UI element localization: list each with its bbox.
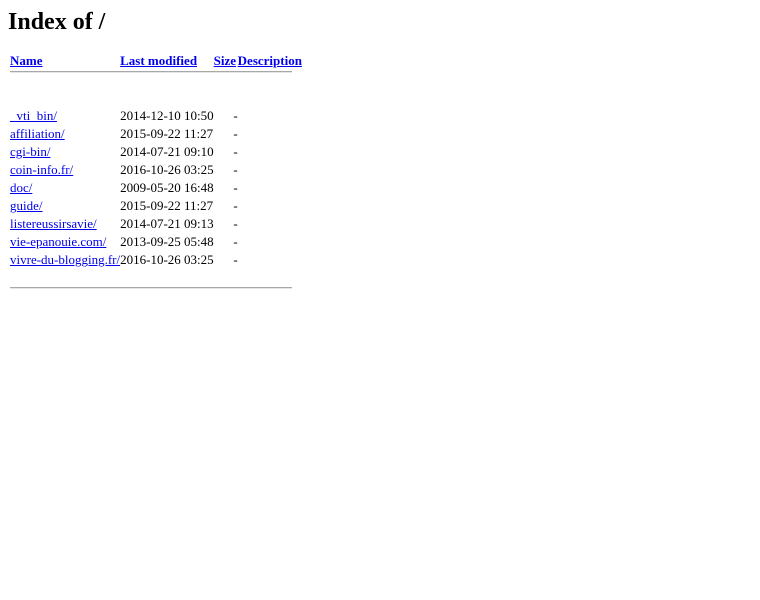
directory-entry-link[interactable]: affiliation/ [10, 126, 65, 141]
directory-entry-name-cell: coin-info.fr/ [10, 161, 120, 179]
directory-entry-name-cell: listereussirsavie/ [10, 215, 120, 233]
table-footer-rule-row [10, 287, 302, 305]
directory-entry-size: - [233, 144, 238, 160]
directory-entry-link[interactable]: doc/ [10, 180, 32, 195]
directory-entry-name-cell: affiliation/ [10, 125, 120, 143]
directory-entry-last-modified: 2016-10-26 03:25 [120, 252, 214, 268]
table-row: coin-info.fr/2016-10-26 03:25 - [10, 161, 302, 179]
directory-entry-description [238, 125, 302, 143]
directory-index-page: Index of / Name Last modified Size Descr… [0, 0, 760, 313]
directory-entry-name-cell: doc/ [10, 179, 120, 197]
directory-entry-size: - [233, 234, 238, 250]
page-title: Index of / [8, 9, 106, 35]
directory-entry-last-modified: 2016-10-26 03:25 [120, 162, 214, 178]
directory-entry-size: - [233, 162, 238, 178]
column-header-last-modified: Last modified [120, 53, 214, 71]
directory-entry-name-cell: cgi-bin/ [10, 143, 120, 161]
table-header-row: Name Last modified Size Description [10, 53, 302, 71]
table-header-spacer-row [10, 89, 302, 107]
sort-by-name-link[interactable]: Name [10, 53, 43, 68]
horizontal-rule-top [10, 71, 292, 74]
directory-entry-link[interactable]: cgi-bin/ [10, 144, 50, 159]
directory-entry-description [238, 215, 302, 233]
table-footer-spacer-cell [10, 269, 302, 287]
directory-entry-last-modified: 2015-09-22 11:27 [120, 198, 214, 214]
table-row: _vti_bin/2014-12-10 10:50 - [10, 107, 302, 125]
directory-entry-size: - [233, 252, 238, 268]
sort-by-description-link[interactable]: Description [238, 53, 302, 68]
table-row: listereussirsavie/2014-07-21 09:13 - [10, 215, 302, 233]
table-header-spacer-cell [10, 89, 302, 107]
directory-entry-description [238, 107, 302, 125]
directory-entry-link[interactable]: _vti_bin/ [10, 108, 57, 123]
directory-entry-name-cell: guide/ [10, 197, 120, 215]
directory-entry-name-cell: _vti_bin/ [10, 107, 120, 125]
horizontal-rule-bottom [10, 287, 292, 290]
table-row: vie-epanouie.com/2013-09-25 05:48 - [10, 233, 302, 251]
directory-entry-description [238, 161, 302, 179]
table-row: guide/2015-09-22 11:27 - [10, 197, 302, 215]
directory-entry-size: - [233, 198, 238, 214]
table-header-rule-row [10, 71, 302, 89]
directory-entry-size: - [233, 108, 238, 124]
directory-entry-last-modified: 2009-05-20 16:48 [120, 180, 214, 196]
table-header: Name Last modified Size Description [10, 53, 302, 107]
table-body: _vti_bin/2014-12-10 10:50- affiliation/20… [10, 107, 302, 269]
directory-entry-last-modified: 2014-07-21 09:13 [120, 216, 214, 232]
table-row: doc/2009-05-20 16:48 - [10, 179, 302, 197]
directory-entry-size: - [233, 126, 238, 142]
directory-entry-link[interactable]: vie-epanouie.com/ [10, 234, 106, 249]
directory-entry-link[interactable]: listereussirsavie/ [10, 216, 97, 231]
column-header-description: Description [238, 53, 302, 71]
table-footer [10, 269, 302, 305]
directory-entry-last-modified: 2014-07-21 09:10 [120, 144, 214, 160]
directory-entry-link[interactable]: guide/ [10, 198, 43, 213]
directory-listing-table: Name Last modified Size Description _vti… [10, 53, 302, 305]
table-header-rule-cell [10, 71, 302, 89]
directory-entry-last-modified: 2014-12-10 10:50 [120, 108, 214, 124]
table-footer-rule-cell [10, 287, 302, 305]
table-footer-spacer-row [10, 269, 302, 287]
column-header-name: Name [10, 53, 120, 71]
directory-entry-link[interactable]: vivre-du-blogging.fr/ [10, 252, 120, 267]
directory-entry-name-cell: vivre-du-blogging.fr/ [10, 251, 120, 269]
table-row: vivre-du-blogging.fr/2016-10-26 03:25 - [10, 251, 302, 269]
directory-entry-last-modified: 2013-09-25 05:48 [120, 234, 214, 250]
directory-entry-description [238, 143, 302, 161]
directory-entry-description [238, 251, 302, 269]
directory-entry-description [238, 179, 302, 197]
directory-entry-size: - [233, 216, 238, 232]
directory-entry-name-cell: vie-epanouie.com/ [10, 233, 120, 251]
directory-entry-last-modified: 2015-09-22 11:27 [120, 126, 214, 142]
sort-by-size-link[interactable]: Size [214, 53, 236, 68]
sort-by-last-modified-link[interactable]: Last modified [120, 53, 197, 68]
directory-entry-description [238, 233, 302, 251]
directory-entry-link[interactable]: coin-info.fr/ [10, 162, 73, 177]
directory-entry-size: - [233, 180, 238, 196]
table-row: cgi-bin/2014-07-21 09:10 - [10, 143, 302, 161]
directory-entry-description [238, 197, 302, 215]
table-row: affiliation/2015-09-22 11:27 - [10, 125, 302, 143]
column-header-size: Size [214, 53, 238, 71]
